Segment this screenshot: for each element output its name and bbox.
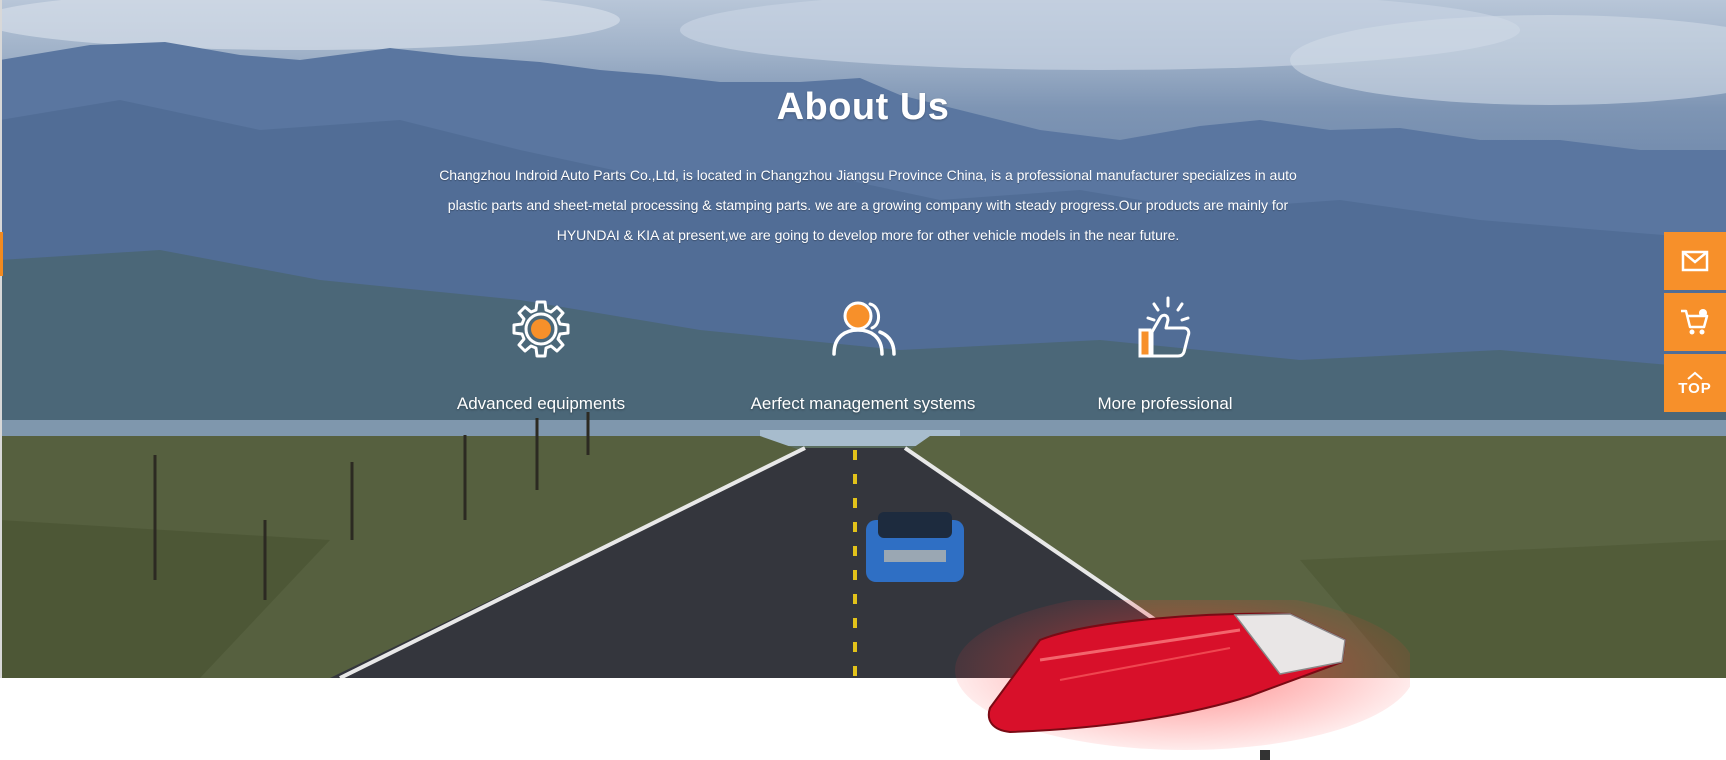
chevron-up-icon [1687,371,1703,380]
feature-advanced-equipments: Advanced equipments [391,296,691,414]
feature-label: More professional [1097,394,1233,413]
mail-button[interactable] [1664,232,1726,290]
gear-icon [512,300,570,358]
back-to-top-button[interactable]: TOP [1664,354,1726,412]
users-icon [832,301,896,356]
feature-management-systems: Aerfect management systems [713,296,1013,414]
hero-banner: About Us Changzhou Indroid Auto Parts Co… [0,0,1726,678]
tail-light-image [955,600,1410,760]
cart-button[interactable] [1664,293,1726,351]
thumbs-up-icon [1138,296,1191,358]
floating-sidebar: TOP [1664,232,1726,415]
feature-label: Advanced equipments [456,394,626,413]
about-description: Changzhou Indroid Auto Parts Co.,Ltd, is… [398,160,1338,250]
top-label: TOP [1678,379,1712,397]
page-title: About Us [776,86,950,128]
left-accent-tab [0,232,3,276]
about-line: Changzhou Indroid Auto Parts Co.,Ltd, is… [439,167,1297,183]
about-line: HYUNDAI & KIA at present,we are going to… [556,227,1180,243]
feature-label: Aerfect management systems [750,394,976,413]
cart-icon [1681,309,1709,335]
mail-icon [1681,250,1709,272]
feature-more-professional: More professional [1015,296,1315,414]
about-line: plastic parts and sheet-metal processing… [447,197,1289,213]
